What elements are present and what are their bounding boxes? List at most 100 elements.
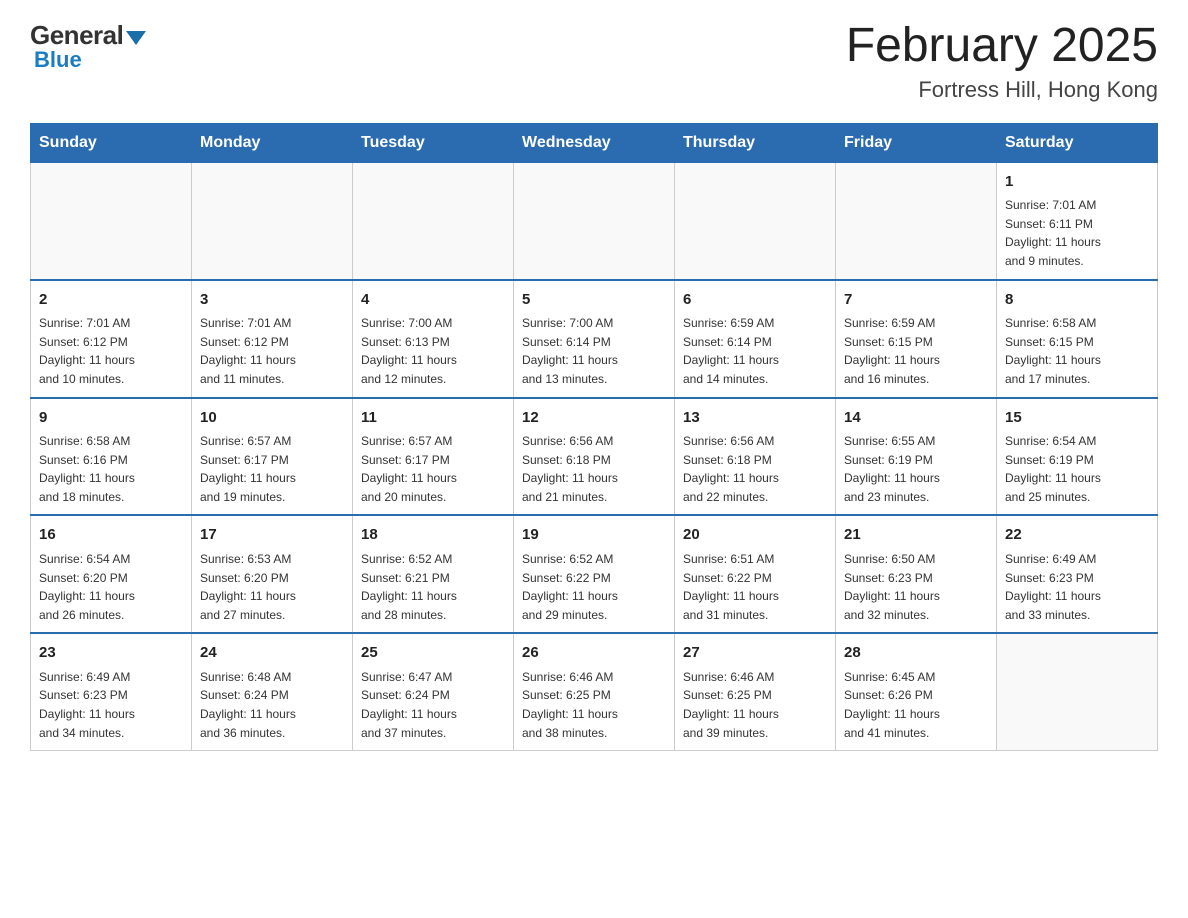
day-info: Sunrise: 7:00 AM Sunset: 6:13 PM Dayligh… (361, 314, 505, 388)
day-number: 1 (1005, 171, 1149, 194)
day-number: 25 (361, 642, 505, 665)
calendar-cell (514, 162, 675, 279)
day-number: 21 (844, 524, 988, 547)
day-number: 8 (1005, 289, 1149, 312)
day-info: Sunrise: 6:55 AM Sunset: 6:19 PM Dayligh… (844, 432, 988, 506)
calendar-header-monday: Monday (192, 123, 353, 162)
location-title: Fortress Hill, Hong Kong (846, 77, 1158, 103)
calendar-cell: 10Sunrise: 6:57 AM Sunset: 6:17 PM Dayli… (192, 398, 353, 516)
day-number: 17 (200, 524, 344, 547)
calendar-cell: 22 Sunrise: 6:49 AM Sunset: 6:23 PM Dayli… (997, 515, 1158, 633)
day-number: 14 (844, 407, 988, 430)
calendar-header-row: SundayMondayTuesdayWednesdayThursdayFrid… (31, 123, 1158, 162)
calendar-cell: 27 Sunrise: 6:46 AM Sunset: 6:25 PM Dayli… (675, 633, 836, 750)
calendar-cell: 4Sunrise: 7:00 AM Sunset: 6:13 PM Daylig… (353, 280, 514, 398)
day-number: 2 (39, 289, 183, 312)
day-number: 23 (39, 642, 183, 665)
day-number: 7 (844, 289, 988, 312)
calendar-header-sunday: Sunday (31, 123, 192, 162)
calendar-cell: 26Sunrise: 6:46 AM Sunset: 6:25 PM Dayli… (514, 633, 675, 750)
day-number: 3 (200, 289, 344, 312)
calendar-week-1: 1Sunrise: 7:01 AM Sunset: 6:11 PM Daylig… (31, 162, 1158, 279)
day-info: Sunrise: 6:57 AM Sunset: 6:17 PM Dayligh… (200, 432, 344, 506)
day-info: Sunrise: 6:50 AM Sunset: 6:23 PM Dayligh… (844, 550, 988, 624)
day-info: Sunrise: 6:49 AM Sunset: 6:23 PM Dayligh… (1005, 550, 1149, 624)
day-info: Sunrise: 6:52 AM Sunset: 6:22 PM Dayligh… (522, 550, 666, 624)
day-info: Sunrise: 6:58 AM Sunset: 6:15 PM Dayligh… (1005, 314, 1149, 388)
month-title: February 2025 (846, 20, 1158, 73)
day-info: Sunrise: 6:47 AM Sunset: 6:24 PM Dayligh… (361, 668, 505, 742)
logo-arrow-icon (126, 31, 146, 45)
calendar-cell: 11Sunrise: 6:57 AM Sunset: 6:17 PM Dayli… (353, 398, 514, 516)
day-info: Sunrise: 6:59 AM Sunset: 6:15 PM Dayligh… (844, 314, 988, 388)
calendar-body: 1Sunrise: 7:01 AM Sunset: 6:11 PM Daylig… (31, 162, 1158, 750)
calendar-week-4: 16Sunrise: 6:54 AM Sunset: 6:20 PM Dayli… (31, 515, 1158, 633)
calendar-header-saturday: Saturday (997, 123, 1158, 162)
calendar-cell: 20 Sunrise: 6:51 AM Sunset: 6:22 PM Dayli… (675, 515, 836, 633)
calendar-cell: 13Sunrise: 6:56 AM Sunset: 6:18 PM Dayli… (675, 398, 836, 516)
calendar-week-3: 9Sunrise: 6:58 AM Sunset: 6:16 PM Daylig… (31, 398, 1158, 516)
day-info: Sunrise: 6:54 AM Sunset: 6:19 PM Dayligh… (1005, 432, 1149, 506)
calendar-cell: 15Sunrise: 6:54 AM Sunset: 6:19 PM Dayli… (997, 398, 1158, 516)
calendar-cell: 25 Sunrise: 6:47 AM Sunset: 6:24 PM Dayli… (353, 633, 514, 750)
calendar-cell: 24 Sunrise: 6:48 AM Sunset: 6:24 PM Dayli… (192, 633, 353, 750)
calendar-header-wednesday: Wednesday (514, 123, 675, 162)
day-number: 28 (844, 642, 988, 665)
calendar-cell: 12Sunrise: 6:56 AM Sunset: 6:18 PM Dayli… (514, 398, 675, 516)
day-info: Sunrise: 6:48 AM Sunset: 6:24 PM Dayligh… (200, 668, 344, 742)
day-info: Sunrise: 6:46 AM Sunset: 6:25 PM Dayligh… (522, 668, 666, 742)
calendar-cell: 16Sunrise: 6:54 AM Sunset: 6:20 PM Dayli… (31, 515, 192, 633)
calendar-cell: 9Sunrise: 6:58 AM Sunset: 6:16 PM Daylig… (31, 398, 192, 516)
day-number: 27 (683, 642, 827, 665)
day-number: 13 (683, 407, 827, 430)
calendar-cell: 6Sunrise: 6:59 AM Sunset: 6:14 PM Daylig… (675, 280, 836, 398)
calendar-cell (836, 162, 997, 279)
day-number: 9 (39, 407, 183, 430)
calendar-week-5: 23 Sunrise: 6:49 AM Sunset: 6:23 PM Dayli… (31, 633, 1158, 750)
logo: General Blue (30, 20, 146, 73)
calendar-cell (997, 633, 1158, 750)
calendar-header-friday: Friday (836, 123, 997, 162)
day-info: Sunrise: 7:01 AM Sunset: 6:12 PM Dayligh… (200, 314, 344, 388)
calendar-cell: 17 Sunrise: 6:53 AM Sunset: 6:20 PM Dayli… (192, 515, 353, 633)
calendar-cell: 1Sunrise: 7:01 AM Sunset: 6:11 PM Daylig… (997, 162, 1158, 279)
day-info: Sunrise: 6:57 AM Sunset: 6:17 PM Dayligh… (361, 432, 505, 506)
day-number: 19 (522, 524, 666, 547)
day-info: Sunrise: 6:46 AM Sunset: 6:25 PM Dayligh… (683, 668, 827, 742)
calendar-cell: 28 Sunrise: 6:45 AM Sunset: 6:26 PM Dayli… (836, 633, 997, 750)
calendar-cell: 2Sunrise: 7:01 AM Sunset: 6:12 PM Daylig… (31, 280, 192, 398)
day-number: 20 (683, 524, 827, 547)
calendar-cell: 14Sunrise: 6:55 AM Sunset: 6:19 PM Dayli… (836, 398, 997, 516)
calendar-cell: 5Sunrise: 7:00 AM Sunset: 6:14 PM Daylig… (514, 280, 675, 398)
calendar-cell: 3Sunrise: 7:01 AM Sunset: 6:12 PM Daylig… (192, 280, 353, 398)
calendar-header-thursday: Thursday (675, 123, 836, 162)
calendar-cell: 19 Sunrise: 6:52 AM Sunset: 6:22 PM Dayli… (514, 515, 675, 633)
day-info: Sunrise: 6:58 AM Sunset: 6:16 PM Dayligh… (39, 432, 183, 506)
calendar-cell: 8Sunrise: 6:58 AM Sunset: 6:15 PM Daylig… (997, 280, 1158, 398)
day-info: Sunrise: 7:00 AM Sunset: 6:14 PM Dayligh… (522, 314, 666, 388)
day-info: Sunrise: 6:52 AM Sunset: 6:21 PM Dayligh… (361, 550, 505, 624)
day-info: Sunrise: 6:59 AM Sunset: 6:14 PM Dayligh… (683, 314, 827, 388)
header: General Blue February 2025 Fortress Hill… (30, 20, 1158, 103)
day-number: 18 (361, 524, 505, 547)
day-number: 6 (683, 289, 827, 312)
day-info: Sunrise: 6:54 AM Sunset: 6:20 PM Dayligh… (39, 550, 183, 624)
day-info: Sunrise: 6:56 AM Sunset: 6:18 PM Dayligh… (683, 432, 827, 506)
day-number: 4 (361, 289, 505, 312)
calendar-cell: 21 Sunrise: 6:50 AM Sunset: 6:23 PM Dayli… (836, 515, 997, 633)
calendar-cell (192, 162, 353, 279)
logo-blue-text: Blue (34, 47, 82, 73)
day-number: 15 (1005, 407, 1149, 430)
day-info: Sunrise: 6:56 AM Sunset: 6:18 PM Dayligh… (522, 432, 666, 506)
day-info: Sunrise: 6:49 AM Sunset: 6:23 PM Dayligh… (39, 668, 183, 742)
calendar-header-tuesday: Tuesday (353, 123, 514, 162)
day-info: Sunrise: 6:53 AM Sunset: 6:20 PM Dayligh… (200, 550, 344, 624)
calendar-week-2: 2 Sunrise: 7:01 AM Sunset: 6:12 PM Daylig… (31, 280, 1158, 398)
day-info: Sunrise: 6:51 AM Sunset: 6:22 PM Dayligh… (683, 550, 827, 624)
day-number: 5 (522, 289, 666, 312)
day-info: Sunrise: 6:45 AM Sunset: 6:26 PM Dayligh… (844, 668, 988, 742)
day-number: 22 (1005, 524, 1149, 547)
calendar-cell: 7Sunrise: 6:59 AM Sunset: 6:15 PM Daylig… (836, 280, 997, 398)
calendar-cell (353, 162, 514, 279)
day-number: 24 (200, 642, 344, 665)
